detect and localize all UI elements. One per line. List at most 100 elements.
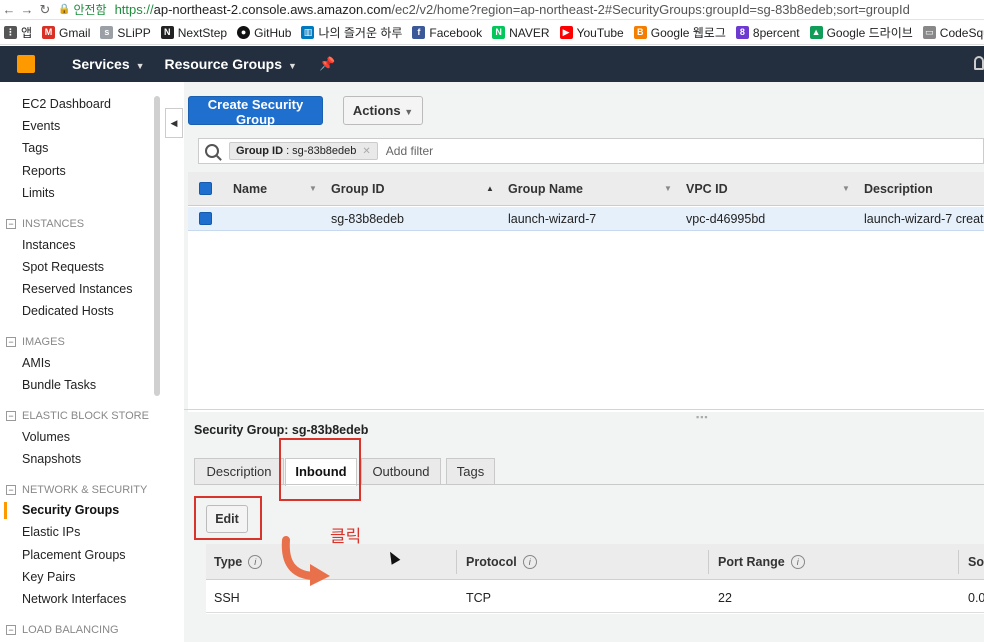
table-row[interactable]: sg-83b8edeb launch-wizard-7 vpc-d46995bd… bbox=[188, 207, 984, 231]
bookmark-label: Google 웹로그 bbox=[650, 26, 726, 40]
pane-splitter[interactable] bbox=[184, 409, 984, 410]
sidebar-item-ec2-dashboard[interactable]: EC2 Dashboard bbox=[22, 97, 111, 111]
sidebar-item-amis[interactable]: AMIs bbox=[22, 356, 50, 370]
bookmark-label: 나의 즐거운 하루 bbox=[318, 26, 403, 40]
sidebar-item-reports[interactable]: Reports bbox=[22, 164, 66, 178]
sidebar-section-ebs[interactable]: − ELASTIC BLOCK STORE bbox=[6, 410, 149, 422]
column-name[interactable]: Name bbox=[233, 182, 267, 196]
detail-title: Security Group: sg-83b8edeb bbox=[194, 423, 369, 437]
bookmark-trello[interactable]: ▥ 나의 즐거운 하루 bbox=[301, 24, 402, 41]
bookmark-blogger[interactable]: B Google 웹로그 bbox=[633, 24, 726, 41]
curved-arrow-icon bbox=[281, 536, 330, 586]
filter-bar[interactable]: Group ID: sg-83b8edeb ✕ Add filter bbox=[198, 138, 984, 164]
back-icon[interactable]: ← bbox=[0, 2, 18, 17]
collapse-icon: − bbox=[6, 219, 16, 229]
sidebar-item-instances[interactable]: Instances bbox=[22, 238, 76, 252]
rule-port-range: 22 bbox=[718, 591, 732, 605]
tab-description[interactable]: Description bbox=[194, 458, 284, 485]
sidebar-item-network-interfaces[interactable]: Network Interfaces bbox=[22, 592, 126, 606]
bookmark-label: Google 드라이브 bbox=[826, 26, 913, 40]
tab-outbound[interactable]: Outbound bbox=[361, 458, 441, 485]
create-security-group-button[interactable]: Create Security Group bbox=[188, 96, 323, 127]
chip-value: : sg-83b8edeb bbox=[286, 145, 357, 157]
column-vpc-id[interactable]: VPC ID bbox=[686, 182, 728, 196]
sidebar-section-images[interactable]: − IMAGES bbox=[6, 336, 65, 348]
column-group-name[interactable]: Group Name bbox=[508, 182, 583, 196]
sidebar-item-elastic-ips[interactable]: Elastic IPs bbox=[22, 525, 80, 539]
sort-down-icon[interactable]: ▼ bbox=[309, 184, 317, 193]
sidebar-section-instances[interactable]: − INSTANCES bbox=[6, 218, 84, 230]
bookmark-codesquard[interactable]: ▭CodeSquard bbox=[922, 26, 984, 40]
bookmark-label: SLiPP bbox=[117, 25, 151, 40]
column-label: Protocol bbox=[466, 555, 517, 569]
info-icon[interactable]: i bbox=[522, 555, 537, 569]
sidebar-item-bundle-tasks[interactable]: Bundle Tasks bbox=[22, 378, 96, 392]
filter-chip[interactable]: Group ID: sg-83b8edeb ✕ bbox=[229, 142, 378, 160]
sidebar-item-reserved-instances[interactable]: Reserved Instances bbox=[22, 282, 132, 296]
column-source: So bbox=[968, 555, 984, 569]
search-icon bbox=[205, 144, 219, 158]
row-checkbox[interactable] bbox=[199, 212, 212, 225]
chevron-down-icon: ▼ bbox=[288, 61, 297, 71]
sidebar-item-tags[interactable]: Tags bbox=[22, 141, 48, 155]
lock-icon: 🔒 bbox=[58, 4, 71, 15]
sidebar-item-events[interactable]: Events bbox=[22, 119, 60, 133]
column-group-id[interactable]: Group ID bbox=[331, 182, 384, 196]
bookmark-facebook[interactable]: f Facebook bbox=[412, 26, 482, 40]
collapse-icon: − bbox=[6, 337, 16, 347]
collapse-sidebar-button[interactable]: ◀ bbox=[165, 108, 183, 138]
bookmark-gmail[interactable]: M Gmail bbox=[42, 26, 90, 40]
sidebar-item-limits[interactable]: Limits bbox=[22, 186, 55, 200]
actions-button[interactable]: Actions ▼ bbox=[343, 96, 423, 125]
sidebar-item-snapshots[interactable]: Snapshots bbox=[22, 452, 81, 466]
bell-icon[interactable] bbox=[974, 56, 984, 70]
info-icon[interactable]: i bbox=[248, 555, 263, 569]
services-menu[interactable]: Services ▼ bbox=[72, 56, 145, 72]
reload-icon[interactable]: ↻ bbox=[36, 2, 54, 18]
aws-logo-icon[interactable] bbox=[0, 46, 52, 82]
bookmark-8percent[interactable]: 8 8percent bbox=[735, 26, 800, 40]
sidebar-section-load-balancing[interactable]: − LOAD BALANCING bbox=[6, 624, 119, 636]
sidebar-scrollbar[interactable] bbox=[154, 96, 160, 396]
bookmark-github[interactable]: ● GitHub bbox=[237, 26, 291, 40]
bookmark-naver[interactable]: N NAVER bbox=[492, 26, 550, 40]
naver-icon: N bbox=[492, 26, 506, 39]
sidebar-item-volumes[interactable]: Volumes bbox=[22, 430, 70, 444]
url-scheme: https:// bbox=[114, 2, 154, 17]
pin-icon[interactable]: 📌 bbox=[319, 56, 335, 72]
bookmark-slipp[interactable]: s SLiPP bbox=[100, 25, 151, 40]
rule-source: 0.0 bbox=[968, 591, 984, 605]
drag-handle-icon[interactable]: ▪▪▪ bbox=[696, 412, 709, 422]
select-all-checkbox[interactable] bbox=[199, 182, 212, 195]
bookmark-label: Facebook bbox=[429, 25, 483, 40]
address-field[interactable]: https://ap-northeast-2.console.aws.amazo… bbox=[115, 2, 910, 17]
services-label: Services bbox=[72, 56, 130, 72]
sidebar-item-security-groups[interactable]: Security Groups bbox=[3, 502, 119, 519]
section-label: INSTANCES bbox=[22, 218, 85, 230]
forward-icon[interactable]: → bbox=[18, 2, 36, 17]
resource-groups-menu[interactable]: Resource Groups ▼ bbox=[165, 56, 297, 72]
info-icon[interactable]: i bbox=[790, 555, 805, 569]
sort-up-icon[interactable]: ▲ bbox=[486, 184, 494, 193]
sort-down-icon[interactable]: ▼ bbox=[842, 184, 850, 193]
column-type: Type i bbox=[214, 555, 263, 569]
bookmark-youtube[interactable]: ▶ YouTube bbox=[559, 26, 624, 40]
column-description[interactable]: Description bbox=[864, 182, 933, 196]
sidebar-item-key-pairs[interactable]: Key Pairs bbox=[22, 570, 76, 584]
folder-icon: ▭ bbox=[922, 26, 936, 39]
sidebar-item-spot-requests[interactable]: Spot Requests bbox=[22, 260, 104, 274]
column-divider bbox=[456, 550, 457, 574]
bookmark-drive[interactable]: ▲ Google 드라이브 bbox=[809, 24, 913, 41]
tab-tags[interactable]: Tags bbox=[446, 458, 495, 485]
sort-down-icon[interactable]: ▼ bbox=[664, 184, 672, 193]
bookmark-apps[interactable]: ⋮ 앱 bbox=[4, 24, 32, 41]
edit-button-highlight bbox=[194, 496, 262, 540]
bookmark-nextstep[interactable]: N NextStep bbox=[160, 26, 227, 40]
url-path: /ec2/v2/home?region=ap-northeast-2#Secur… bbox=[391, 2, 910, 17]
sidebar-item-dedicated-hosts[interactable]: Dedicated Hosts bbox=[22, 304, 114, 318]
sidebar-section-network-security[interactable]: − NETWORK & SECURITY bbox=[6, 484, 147, 496]
add-filter-input[interactable]: Add filter bbox=[386, 144, 433, 158]
sidebar-item-placement-groups[interactable]: Placement Groups bbox=[22, 548, 126, 562]
section-label: LOAD BALANCING bbox=[22, 624, 119, 636]
remove-filter-icon[interactable]: ✕ bbox=[362, 146, 370, 157]
